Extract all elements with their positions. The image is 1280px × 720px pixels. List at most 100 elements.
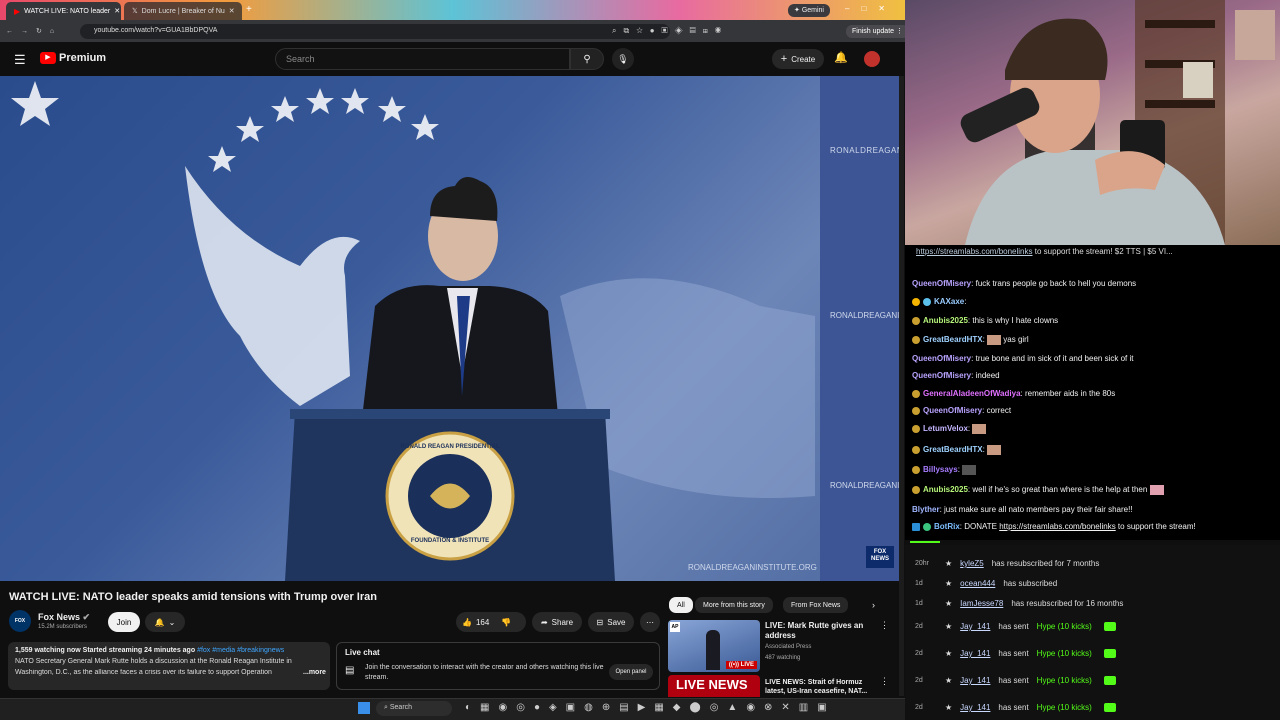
kick-icon bbox=[1103, 703, 1116, 712]
address-bar[interactable]: youtube.com/watch?v=GUA1BbDPQVA bbox=[80, 24, 670, 39]
home-icon[interactable]: ⌂ bbox=[50, 28, 54, 35]
rec-menu-icon[interactable]: ⋮ bbox=[880, 676, 889, 687]
event-row: 2d ★ Jay_141 has sent Hype (10 kicks) bbox=[915, 676, 1116, 685]
star-icon: ★ bbox=[945, 676, 953, 685]
menu-icon[interactable]: ☰ bbox=[14, 52, 26, 68]
thumbs-down-icon: 👎 bbox=[501, 617, 512, 627]
back-icon[interactable]: ← bbox=[6, 28, 13, 35]
more-actions-icon[interactable]: ⋯ bbox=[640, 612, 660, 632]
star-icon: ★ bbox=[945, 579, 953, 588]
rec-thumbnail[interactable]: AP ((•)) LIVE bbox=[668, 620, 760, 672]
reload-icon[interactable]: ↻ bbox=[36, 27, 42, 35]
save-button[interactable]: ⊟ Save bbox=[588, 612, 634, 632]
channel-name[interactable]: Fox News ✔ bbox=[38, 612, 90, 623]
description-tags: #fox #media #breakingnews bbox=[197, 647, 285, 654]
close-tab-icon[interactable]: ✕ bbox=[114, 7, 120, 15]
x-favicon-icon: 𝕏 bbox=[132, 8, 138, 15]
chip-from-fox-news[interactable]: From Fox News bbox=[783, 597, 849, 613]
subscriber-count: 15.2M subscribers bbox=[38, 624, 88, 630]
video-title: WATCH LIVE: NATO leader speaks amid tens… bbox=[9, 591, 377, 603]
chip-all[interactable]: All bbox=[669, 597, 693, 613]
forward-icon[interactable]: → bbox=[21, 28, 28, 35]
start-icon[interactable] bbox=[358, 702, 370, 714]
event-row: 1d ★ ocean444 has subscribed bbox=[915, 579, 1058, 588]
sub-badge-icon bbox=[912, 406, 920, 415]
youtube-logo[interactable]: ▶ Premium bbox=[40, 52, 106, 64]
podium-side-text: RONALDREAGANIN bbox=[830, 146, 900, 155]
subscribed-bell-button[interactable]: 🔔 ⌄ bbox=[145, 612, 185, 632]
thumbs-up-icon: 👍 bbox=[462, 617, 472, 627]
podium-side-text: RONALDREAGANIN bbox=[830, 311, 900, 320]
channel-avatar[interactable]: FOX bbox=[9, 610, 31, 632]
star-icon: ★ bbox=[945, 622, 953, 631]
join-button[interactable]: Join bbox=[108, 612, 140, 632]
create-button[interactable]: + Create bbox=[772, 49, 824, 69]
sub-badge-icon bbox=[912, 425, 920, 433]
more-link[interactable]: ...more bbox=[300, 669, 326, 676]
rec-title[interactable]: LIVE NEWS: Strait of Hormuz latest, US-I… bbox=[765, 678, 875, 698]
verified-badge-icon bbox=[923, 522, 931, 531]
event-row: 2d ★ Jay_141 has sent Hype (10 kicks) bbox=[915, 622, 1116, 631]
live-chat-title: Live chat bbox=[345, 648, 380, 657]
close-tab-icon[interactable]: ✕ bbox=[229, 7, 235, 15]
chat-icon: ▤ bbox=[345, 665, 355, 676]
chat-message: GreatBeardHTX: bbox=[912, 445, 1002, 455]
taskbar-search[interactable]: ⌕ Search bbox=[376, 701, 452, 716]
description-stats: 1,559 watching now Started streaming 24 … bbox=[15, 647, 196, 654]
chip-more-from-story[interactable]: More from this story bbox=[695, 597, 773, 613]
finish-update-button[interactable]: Finish update ⋮ bbox=[846, 25, 909, 38]
open-panel-button[interactable]: Open panel bbox=[609, 664, 653, 680]
chat-message: GeneralAladeenOfWadiya: remember aids in… bbox=[912, 389, 1115, 398]
search-button[interactable]: ⚲ bbox=[570, 48, 604, 70]
like-button[interactable]: 👍 164 👎 bbox=[456, 612, 526, 632]
sub-badge-icon bbox=[912, 316, 920, 325]
kick-icon bbox=[1103, 622, 1116, 631]
chat-message: KAXaxe: bbox=[912, 297, 966, 306]
rec-thumbnail[interactable]: LIVE NEWS bbox=[668, 675, 760, 697]
share-button[interactable]: ➦ Share bbox=[532, 612, 582, 632]
chevron-right-icon[interactable]: › bbox=[872, 600, 875, 610]
extension-icons[interactable]: ⌕⧉☆●▣◈▤⊞◉ bbox=[612, 26, 728, 36]
tab-label: WATCH LIVE: NATO leader bbox=[24, 7, 111, 15]
description-box[interactable]: 1,559 watching now Started streaming 24 … bbox=[8, 642, 330, 690]
emote-icon bbox=[1149, 485, 1164, 495]
emote-icon bbox=[987, 445, 1002, 455]
chat-message: GreatBeardHTX: yas girl bbox=[912, 335, 1029, 345]
avatar[interactable] bbox=[864, 51, 880, 67]
emote-icon bbox=[962, 465, 977, 475]
live-chat-description: Join the conversation to interact with t… bbox=[365, 664, 604, 681]
kick-icon bbox=[1103, 676, 1116, 685]
page-scrollbar[interactable] bbox=[899, 76, 904, 696]
video-player[interactable]: RONALDREAGANIN RONALDREAGANIN RONALDREAG… bbox=[0, 76, 900, 581]
window-controls[interactable]: –□✕ bbox=[845, 4, 897, 13]
bot-link[interactable]: https://streamlabs.com/bonelinks bbox=[999, 522, 1116, 531]
sub-badge-icon bbox=[912, 446, 920, 454]
stream-chat-panel: https://streamlabs.com/bonelinks to supp… bbox=[905, 245, 1280, 540]
search-input[interactable]: Search bbox=[275, 48, 570, 70]
gift-badge-icon bbox=[923, 297, 931, 306]
chat-banner: https://streamlabs.com/bonelinks to supp… bbox=[916, 247, 1173, 256]
gemini-button[interactable]: ✦ Gemini bbox=[788, 4, 830, 17]
star-icon: ★ bbox=[945, 599, 953, 608]
webcam-art bbox=[960, 0, 1275, 245]
podium-side-text: RONALDREAGANIN bbox=[830, 481, 900, 490]
verified-icon: ✔ bbox=[82, 612, 91, 622]
notifications-icon[interactable]: 🔔 bbox=[834, 51, 848, 64]
live-badge: ((•)) LIVE bbox=[725, 661, 757, 669]
webcam-feed bbox=[905, 0, 1280, 245]
emote-icon bbox=[972, 424, 987, 434]
description-text: Washington, D.C., as the alliance faces … bbox=[15, 669, 272, 676]
new-tab-icon[interactable]: + bbox=[246, 4, 252, 15]
taskbar-app-icons[interactable]: ◐▦◉◎●◈▣◍⊕▤▶▦◆⬤◎▲◉⊗✕▥▣ bbox=[465, 702, 836, 713]
sub-badge-icon bbox=[912, 297, 920, 306]
emote-icon bbox=[987, 335, 1002, 345]
rec-menu-icon[interactable]: ⋮ bbox=[880, 620, 889, 631]
event-row: 2d ★ Jay_141 has sent Hype (10 kicks) bbox=[915, 649, 1116, 658]
tab-dom-lucre[interactable]: 𝕏 Dom Lucre | Breaker of Nu ✕ bbox=[124, 2, 242, 20]
chat-banner-link[interactable]: https://streamlabs.com/bonelinks bbox=[916, 247, 1033, 256]
tab-nato-live[interactable]: ▶ WATCH LIVE: NATO leader ✕ bbox=[6, 2, 121, 20]
mic-icon[interactable]: 🎙 bbox=[612, 48, 634, 70]
live-chat-panel: Live chat ▤ Join the conversation to int… bbox=[336, 642, 660, 690]
rec-title[interactable]: LIVE: Mark Rutte gives an address bbox=[765, 621, 875, 642]
chevron-down-icon: ⌄ bbox=[168, 617, 176, 627]
